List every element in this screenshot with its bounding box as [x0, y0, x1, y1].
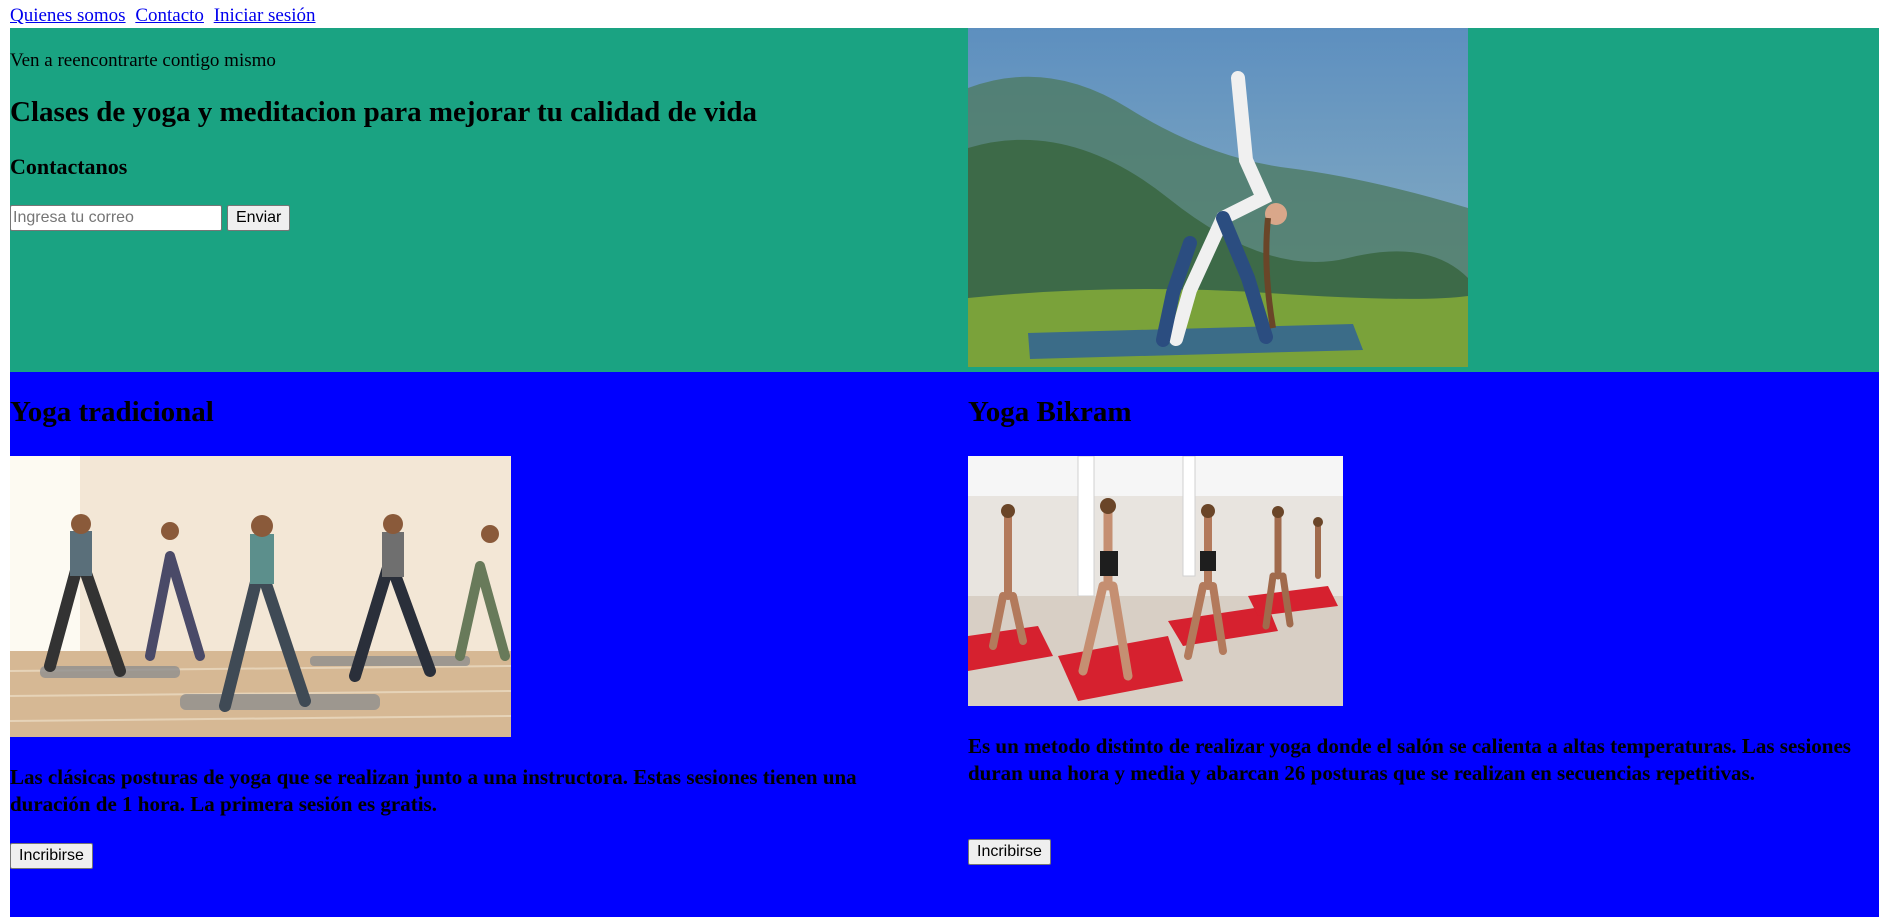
nav-link-iniciar-sesion[interactable]: Iniciar sesión	[214, 5, 316, 26]
contact-heading: Contactanos	[10, 154, 128, 179]
class-title: Yoga Bikram	[968, 396, 1132, 428]
class-description: Las clásicas posturas de yoga que se rea…	[10, 765, 857, 816]
nav-link-contacto[interactable]: Contacto	[135, 5, 204, 26]
top-nav: Quienes somos Contacto Iniciar sesión	[10, 5, 321, 27]
send-button[interactable]: Enviar	[227, 205, 291, 231]
hero-title: Clases de yoga y meditacion para mejorar…	[10, 96, 757, 128]
classes-section: Yoga tradicional Las clásicas posturas d…	[10, 372, 1879, 917]
bikram-yoga-photo	[968, 456, 1343, 706]
nav-link-quienes-somos[interactable]: Quienes somos	[10, 5, 126, 26]
traditional-yoga-photo	[10, 456, 511, 737]
class-description: Es un metodo distinto de realizar yoga d…	[968, 734, 1851, 785]
hero-yoga-photo	[968, 28, 1468, 367]
contact-form: Enviar	[10, 205, 291, 231]
hero-section: Ven a reencontrarte contigo mismo Clases…	[10, 28, 1879, 372]
enroll-button-bikram[interactable]: Incribirse	[968, 839, 1051, 865]
hero-tagline: Ven a reencontrarte contigo mismo	[10, 50, 276, 71]
email-input[interactable]	[10, 205, 222, 231]
enroll-button-traditional[interactable]: Incribirse	[10, 843, 93, 869]
class-title: Yoga tradicional	[10, 396, 214, 428]
